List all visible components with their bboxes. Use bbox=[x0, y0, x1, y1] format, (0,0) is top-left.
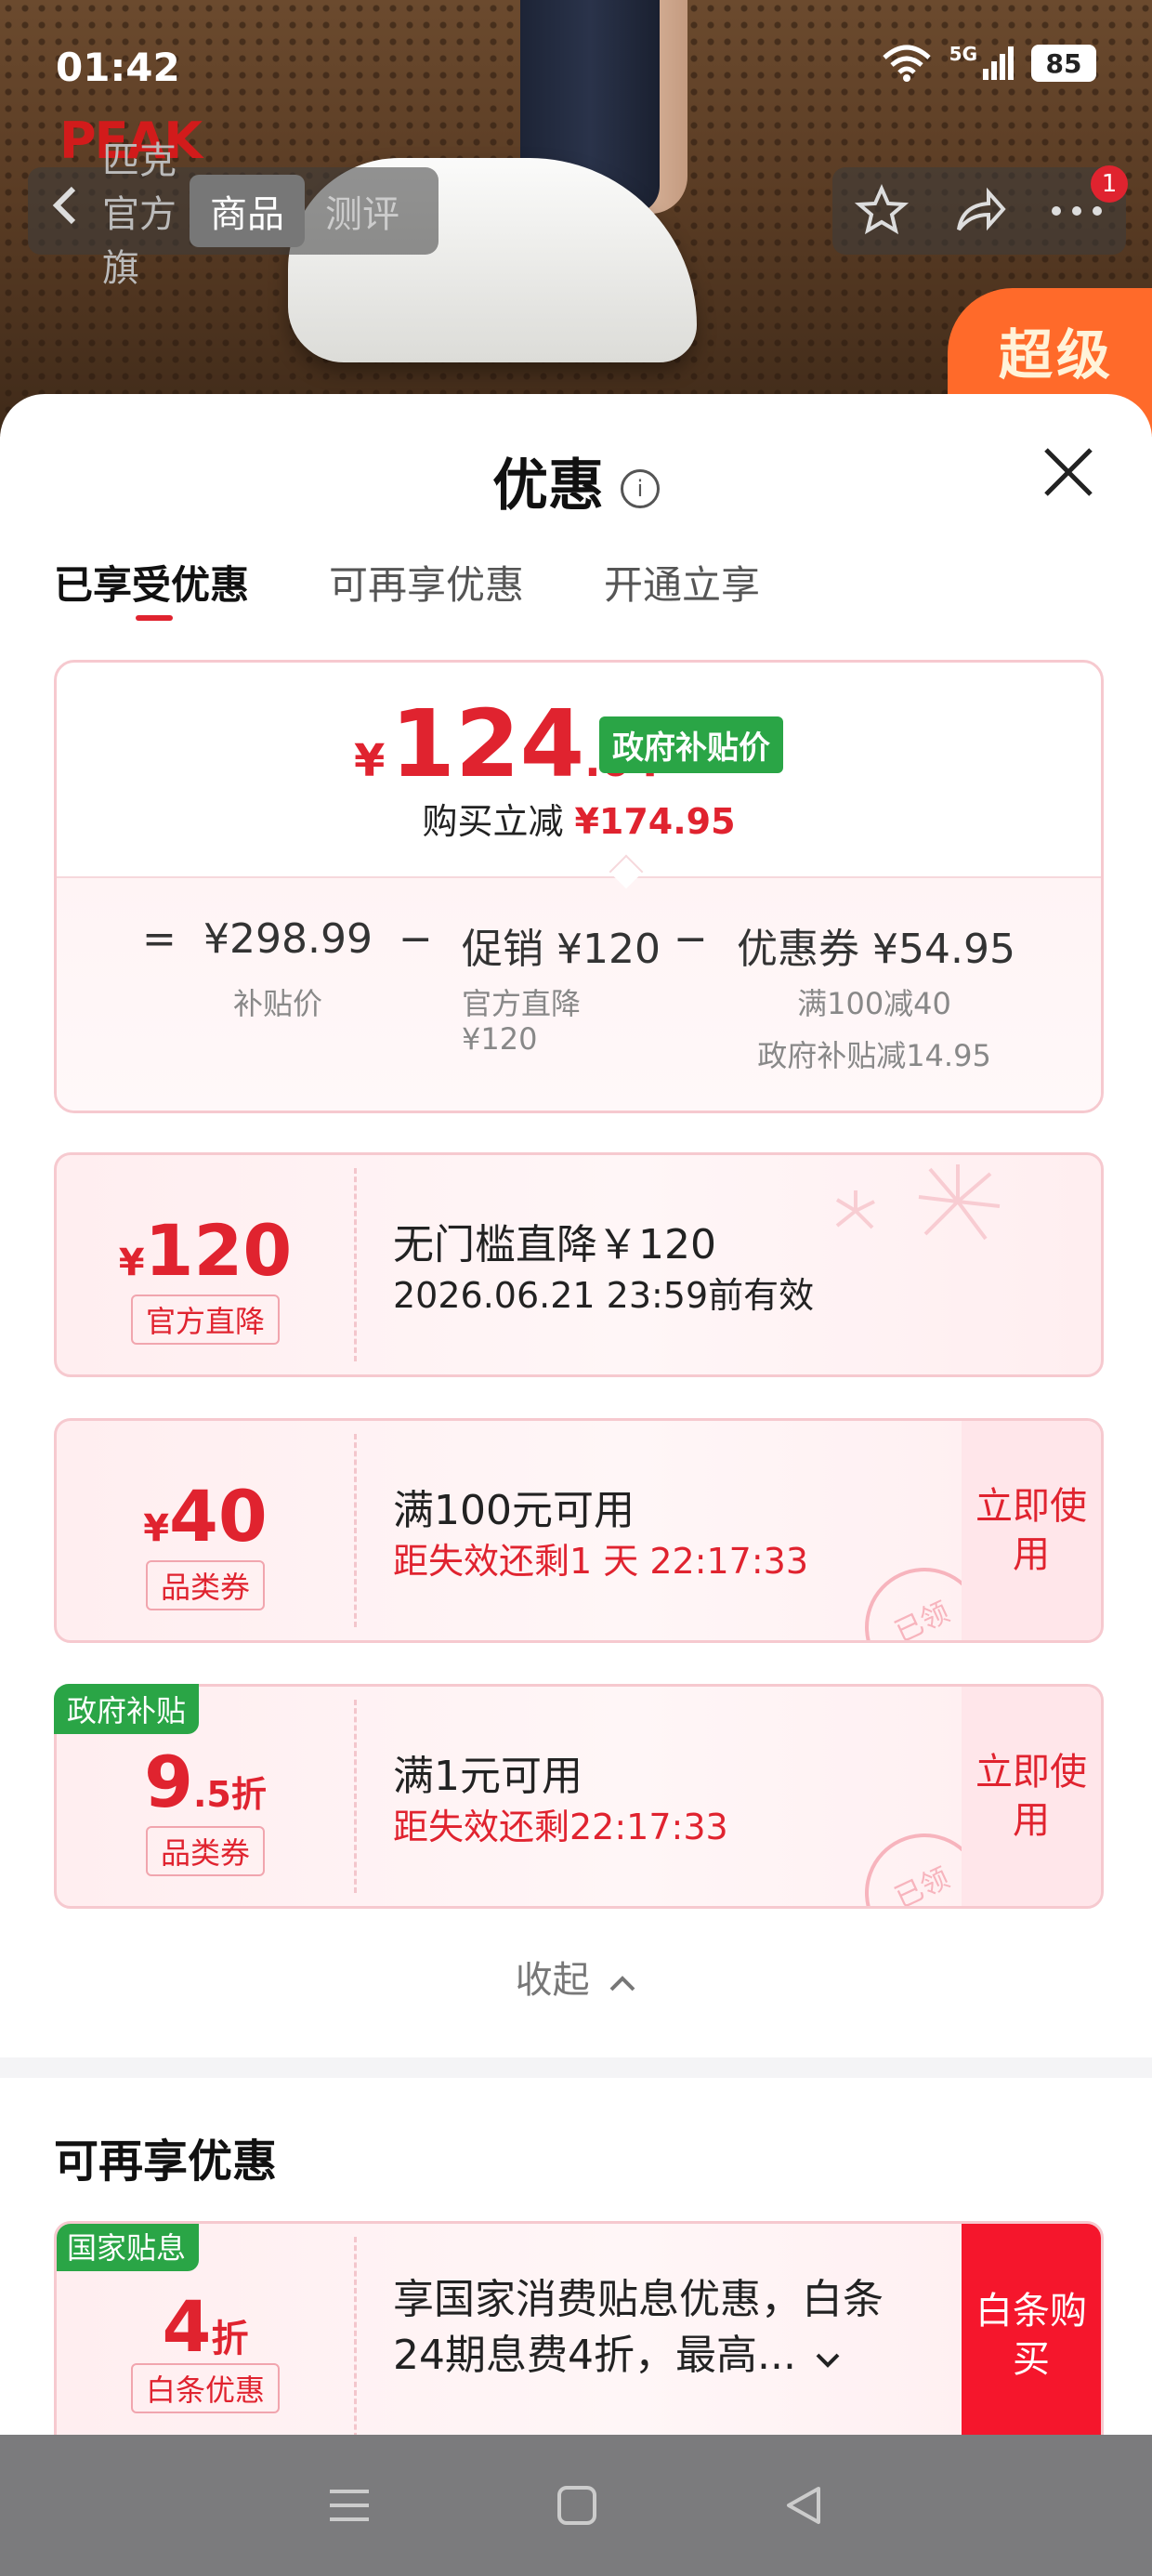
chevron-up-icon bbox=[609, 1976, 635, 1991]
coupon-yen: ¥ bbox=[118, 1242, 145, 1284]
coupon-amount: ¥40 bbox=[57, 1475, 354, 1557]
wifi-icon bbox=[882, 45, 931, 82]
back-button[interactable] bbox=[28, 185, 102, 237]
offer-discount-value: 4 bbox=[162, 2285, 212, 2368]
coupon-amount-block: ¥120 官方直降 bbox=[57, 1155, 354, 1374]
store-name: 匹克官方旗 bbox=[102, 139, 177, 290]
status-time: 01:42 bbox=[56, 45, 180, 90]
sheet-title-text: 优惠 bbox=[492, 453, 604, 519]
tab-enjoyed[interactable]: 已享受优惠 bbox=[54, 554, 249, 621]
top-nav: 匹克官方旗 商品 测评 bbox=[28, 139, 439, 290]
signal-icon bbox=[983, 46, 1014, 80]
coupon-category-40: ¥40 品类券 满100元可用 距失效还剩1 天 22:17:33 已领 立即使… bbox=[54, 1418, 1104, 1643]
coupon-validity: 2026.06.21 23:59前有效 bbox=[393, 1275, 815, 1316]
tab-more-available[interactable]: 可再享优惠 bbox=[329, 554, 524, 611]
reduce-line: 购买立减 ¥174.95 bbox=[57, 793, 1101, 844]
info-icon[interactable]: i bbox=[621, 469, 660, 509]
currency-symbol: ¥ bbox=[354, 735, 386, 787]
collapse-button[interactable]: 收起 bbox=[0, 1950, 1152, 2004]
coupon-countdown: 距失效还剩1 天 22:17:33 bbox=[393, 1541, 809, 1582]
network-label: 5G bbox=[949, 43, 977, 65]
offer-description[interactable]: 享国家消费贴息优惠，白条24期息费4折，最高... bbox=[393, 2272, 913, 2384]
offer-divider bbox=[354, 2237, 357, 2447]
sheet-title: 优惠 i bbox=[0, 440, 1152, 521]
tab-reviews[interactable]: 测评 bbox=[305, 175, 420, 247]
close-icon[interactable] bbox=[1041, 444, 1096, 500]
base-price: ¥298.99 bbox=[203, 915, 373, 963]
coupon-divider bbox=[354, 1434, 357, 1627]
share-icon[interactable] bbox=[951, 183, 1007, 239]
baitiao-offer-card: 国家贴息 4折 白条优惠 享国家消费贴息优惠，白条24期息费4折，最高... 白… bbox=[54, 2221, 1104, 2450]
notification-badge: 1 bbox=[1091, 165, 1128, 203]
offer-discount-suffix: 折 bbox=[211, 2318, 249, 2360]
more-offers-title: 可再享优惠 bbox=[54, 2136, 278, 2188]
coupon-amount: ¥120 bbox=[57, 1209, 354, 1292]
coupon-divider bbox=[354, 1700, 357, 1893]
minus-sign: − bbox=[399, 915, 433, 963]
equals-sign: = bbox=[142, 915, 177, 963]
star-icon[interactable] bbox=[854, 183, 910, 239]
baitiao-buy-button[interactable]: 白条购买 bbox=[962, 2224, 1101, 2447]
hero-banner-text: 超级 bbox=[999, 323, 1115, 387]
price-summary-card: ¥ 124 .04 政府补贴价 购买立减¥174.95 = ¥298.99 补贴… bbox=[54, 660, 1104, 1113]
coupon-tag: 品类券 bbox=[145, 1826, 266, 1876]
base-price-label: 补贴价 bbox=[233, 986, 323, 1021]
coupon-tag: 品类券 bbox=[145, 1560, 266, 1610]
reduce-value: ¥174.95 bbox=[574, 801, 736, 842]
promo-sub-label: 官方直降 bbox=[462, 986, 582, 1021]
offer-discount: 4折 bbox=[57, 2285, 354, 2368]
coupon-sub-2: 政府补贴减14.95 bbox=[757, 1038, 991, 1073]
coupon-title: 无门槛直降￥120 bbox=[393, 1221, 716, 1268]
coupon-suffix: .5折 bbox=[193, 1774, 267, 1815]
coupon-tag: 官方直降 bbox=[130, 1295, 281, 1345]
status-icons: 5G 85 bbox=[881, 43, 1096, 84]
gov-price-badge: 政府补贴价 bbox=[599, 716, 783, 773]
coupon-yen: ¥ bbox=[143, 1507, 170, 1550]
coupon-value: 40 bbox=[169, 1475, 268, 1557]
coupon-value: 120 bbox=[144, 1209, 293, 1292]
coupon-title: 满100元可用 bbox=[393, 1487, 635, 1534]
chevron-down-icon bbox=[816, 2353, 840, 2368]
national-subsidy-badge: 国家贴息 bbox=[57, 2224, 200, 2271]
tab-activate[interactable]: 开通立享 bbox=[604, 554, 760, 611]
top-actions bbox=[832, 167, 1126, 255]
more-icon[interactable] bbox=[1049, 202, 1105, 220]
coupon-total: 优惠券 ¥54.95 bbox=[737, 926, 1015, 973]
coupon-divider bbox=[354, 1168, 357, 1361]
chevron-left-icon bbox=[52, 186, 76, 225]
coupon-title: 满1元可用 bbox=[393, 1753, 583, 1800]
price-integer: 124 bbox=[390, 690, 585, 798]
tab-product[interactable]: 商品 bbox=[190, 175, 305, 247]
coupon-countdown: 距失效还剩22:17:33 bbox=[393, 1807, 728, 1847]
promo-sub-value: ¥120 bbox=[462, 1021, 538, 1057]
reduce-label: 购买立减 bbox=[422, 801, 564, 842]
coupon-amount-block: ¥40 品类券 bbox=[57, 1421, 354, 1640]
coupon-value: 9 bbox=[144, 1741, 193, 1823]
coupon-amount: 9.5折 bbox=[57, 1741, 354, 1823]
coupon-sub-1: 满100减40 bbox=[797, 986, 951, 1021]
collapse-label: 收起 bbox=[515, 1959, 590, 2002]
price-breakdown: = ¥298.99 补贴价 − 促销 ¥120 官方直降 ¥120 − 优惠券 … bbox=[57, 876, 1101, 1111]
offer-tag: 白条优惠 bbox=[130, 2363, 281, 2413]
offer-description-text: 享国家消费贴息优惠，白条24期息费4折，最高... bbox=[393, 2276, 884, 2379]
sheet-tabs: 已享受优惠 可再享优惠 开通立享 bbox=[54, 554, 760, 621]
use-now-button[interactable]: 立即使用 bbox=[962, 1421, 1101, 1640]
minus-sign-2: − bbox=[674, 915, 708, 963]
coupon-official-discount: ¥120 官方直降 无门槛直降￥120 2026.06.21 23:59前有效 bbox=[54, 1152, 1104, 1377]
battery-indicator: 85 bbox=[1031, 45, 1096, 82]
back-triangle-icon[interactable] bbox=[783, 2485, 824, 2526]
system-nav-bar bbox=[0, 2435, 1152, 2576]
menu-icon[interactable] bbox=[328, 2487, 371, 2524]
section-separator bbox=[0, 2057, 1152, 2078]
use-now-button[interactable]: 立即使用 bbox=[962, 1687, 1101, 1906]
home-square-icon[interactable] bbox=[556, 2485, 597, 2526]
firework-decoration-icon bbox=[835, 1164, 1001, 1241]
coupon-gov-subsidy: 9.5折 品类券 政府补贴 满1元可用 距失效还剩22:17:33 已领 立即使… bbox=[54, 1684, 1104, 1909]
gov-subsidy-badge: 政府补贴 bbox=[54, 1684, 200, 1734]
promo-value: 促销 ¥120 bbox=[462, 926, 661, 973]
